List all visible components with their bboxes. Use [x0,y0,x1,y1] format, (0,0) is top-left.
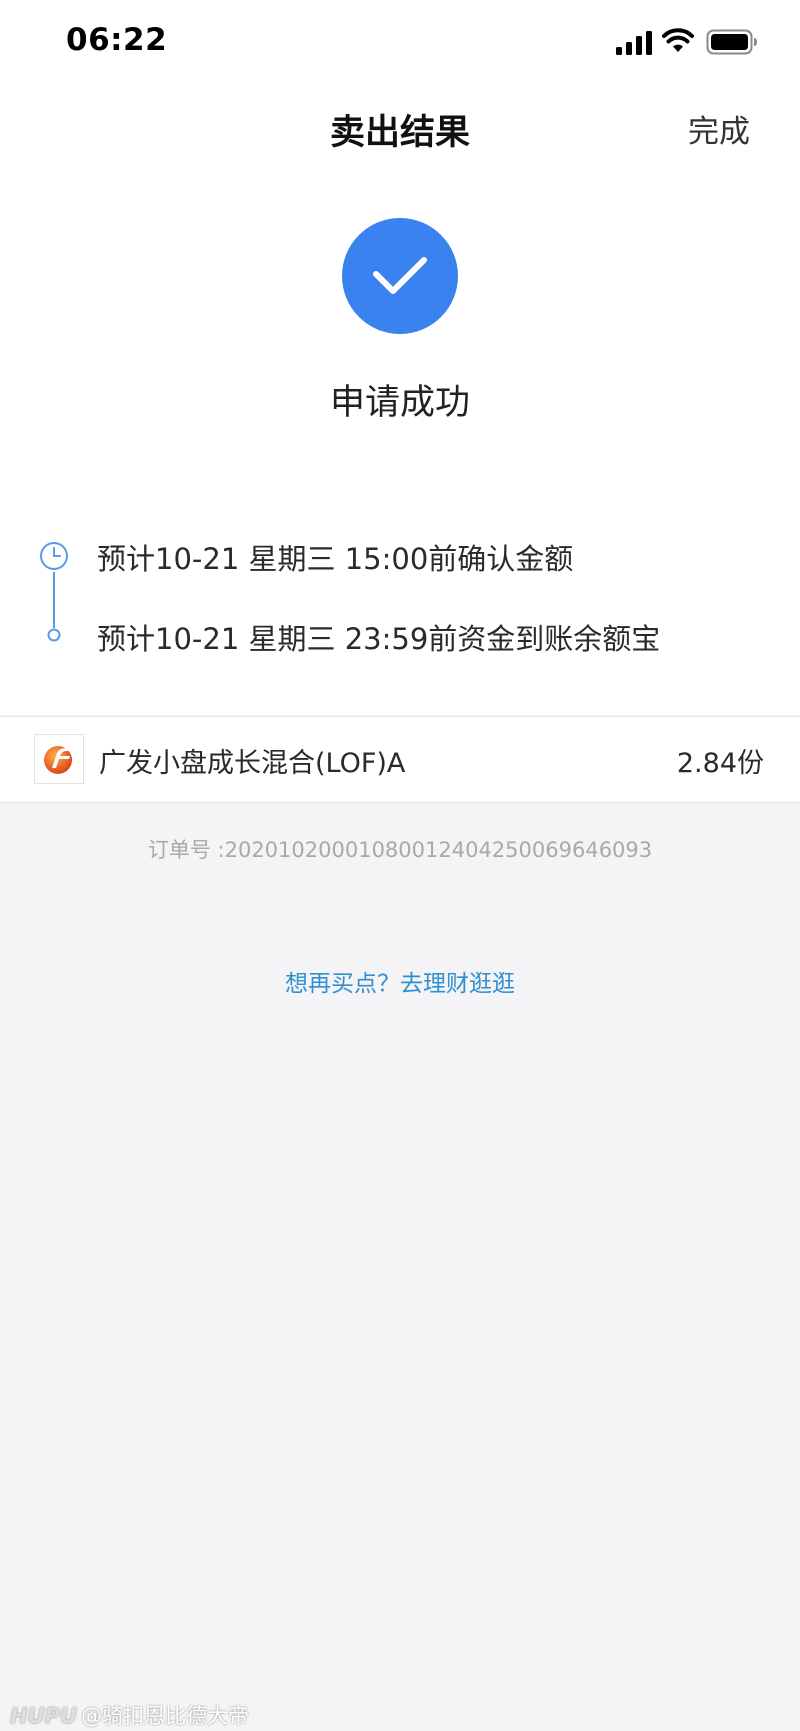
explore-wealth-link[interactable]: 想再买点？去理财逛逛 [0,964,800,998]
fund-shares: 2.84份 [676,748,764,779]
watermark: HUPU @骑扣恩比德大帝 [10,1700,249,1730]
fund-company-logo [34,734,84,784]
dot-icon [47,628,61,642]
fund-row: 广发小盘成长混合(LOF)A 2.84份 [0,716,800,803]
watermark-logo: HUPU [10,1704,78,1728]
wifi-icon [662,28,694,52]
result-title: 申请成功 [329,383,470,423]
checkmark-icon [373,257,427,294]
timeline-step-confirm: 预计10-21 星期三 15:00前确认金额 [97,542,574,576]
page-title: 卖出结果 [329,113,470,153]
watermark-text: @骑扣恩比德大帝 [81,1704,250,1728]
timeline-step-arrival: 预计10-21 星期三 23:59前资金到账余额宝 [97,622,661,656]
order-number: 订单号 :2020102000108001240425006964609​3 [147,838,653,862]
cellular-signal-icon [616,31,652,55]
fund-name: 广发小盘成长混合(LOF)A [99,748,406,779]
success-badge [342,218,458,334]
timeline-connector [53,572,55,628]
done-button[interactable]: 完成 [688,106,750,151]
status-time: 06:22 [66,22,168,58]
battery-icon [706,29,757,55]
clock-icon [40,542,68,570]
